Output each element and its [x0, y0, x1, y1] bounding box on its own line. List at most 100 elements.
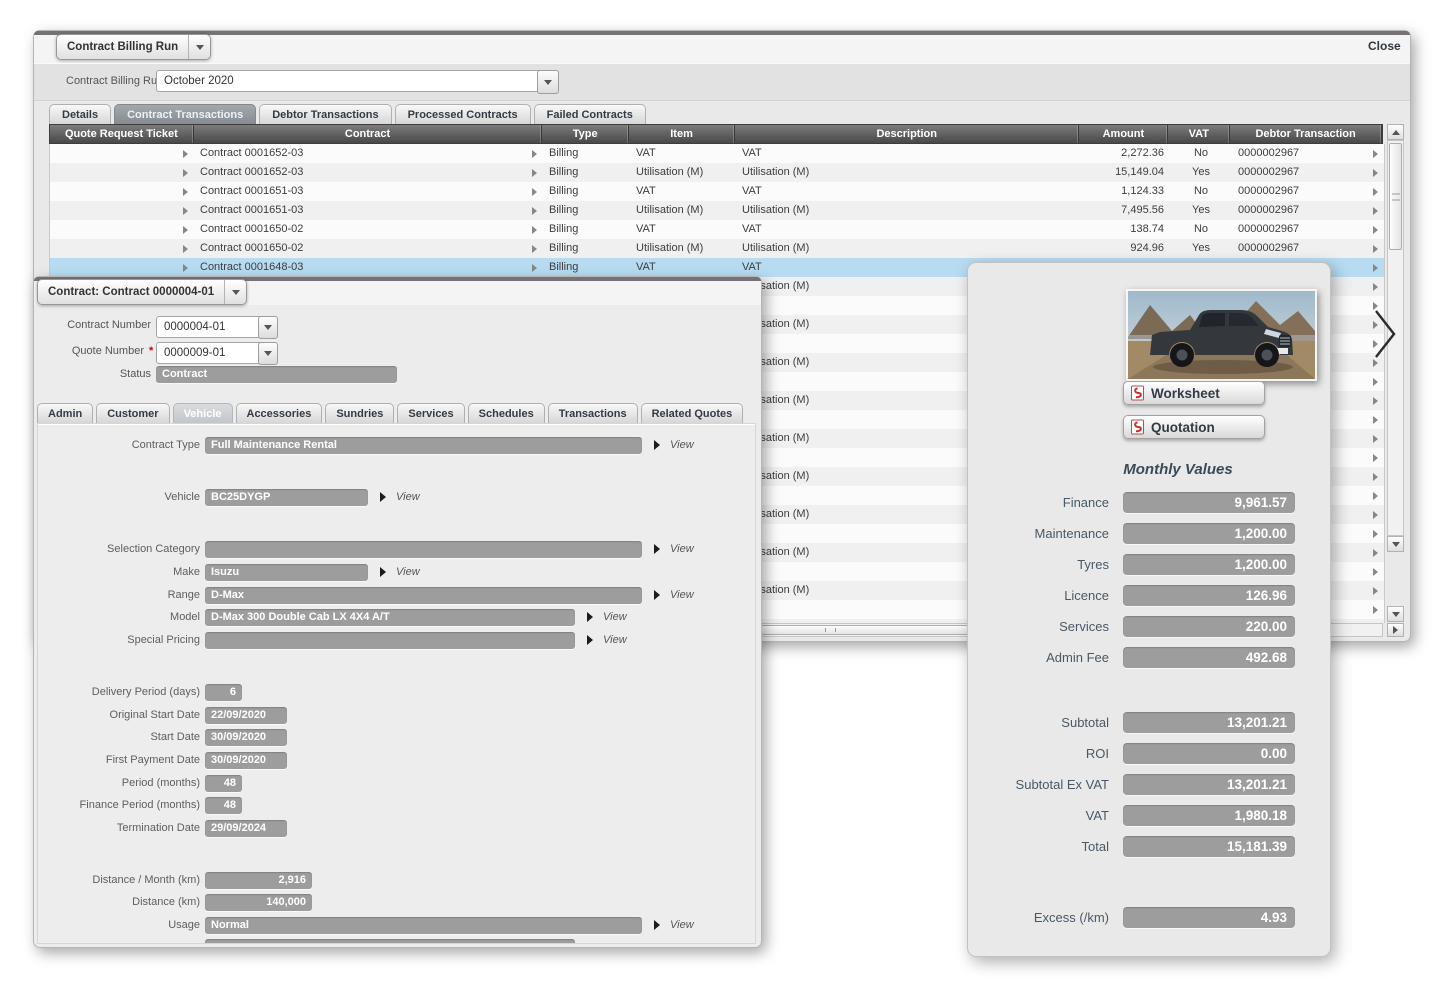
tab-details[interactable]: Details: [49, 104, 111, 125]
tab-related-quotes[interactable]: Related Quotes: [641, 403, 744, 424]
view-link[interactable]: View: [670, 437, 694, 454]
view-link[interactable]: View: [396, 489, 420, 506]
drill-arrow-icon[interactable]: [1373, 473, 1378, 481]
view-link[interactable]: View: [670, 917, 694, 934]
drill-arrow-icon[interactable]: [1373, 454, 1378, 462]
drill-arrow-icon[interactable]: [1373, 530, 1378, 538]
drill-arrow-icon[interactable]: [1373, 397, 1378, 405]
scroll-down-button[interactable]: [1387, 536, 1404, 552]
chevron-down-icon[interactable]: [224, 280, 246, 304]
view-arrow-icon[interactable]: [654, 590, 660, 600]
column-header-5[interactable]: Amount: [1079, 125, 1168, 143]
tab-contract-transactions[interactable]: Contract Transactions: [114, 104, 256, 125]
tab-admin[interactable]: Admin: [37, 403, 93, 424]
drill-arrow-icon[interactable]: [532, 264, 537, 272]
drill-arrow-icon[interactable]: [1373, 492, 1378, 500]
drill-arrow-icon[interactable]: [1373, 169, 1378, 177]
drill-arrow-icon[interactable]: [532, 169, 537, 177]
billing-run-dropdown-button[interactable]: [537, 70, 559, 94]
view-link[interactable]: View: [396, 564, 420, 581]
contract-window-menu-button[interactable]: Contract: Contract 0000004-01: [37, 279, 247, 305]
tab-processed-contracts[interactable]: Processed Contracts: [395, 104, 531, 125]
contract-number-dropdown-button[interactable]: [258, 316, 278, 339]
contract-number-input[interactable]: [156, 316, 268, 338]
table-row[interactable]: Contract 0001652-03BillingVATVAT2,272.36…: [50, 144, 1384, 163]
view-arrow-icon[interactable]: [587, 612, 593, 622]
drill-arrow-icon[interactable]: [1373, 226, 1378, 234]
drill-arrow-icon[interactable]: [183, 226, 188, 234]
chevron-down-icon[interactable]: [188, 35, 210, 59]
drill-arrow-icon[interactable]: [183, 150, 188, 158]
column-header-0[interactable]: Quote Request Ticket: [50, 125, 194, 143]
quote-number-input[interactable]: [156, 342, 268, 364]
drill-arrow-icon[interactable]: [532, 226, 537, 234]
drill-arrow-icon[interactable]: [183, 264, 188, 272]
drill-arrow-icon[interactable]: [1373, 378, 1378, 386]
drill-arrow-icon[interactable]: [183, 169, 188, 177]
drill-arrow-icon[interactable]: [1373, 568, 1378, 576]
table-row[interactable]: Contract 0001651-03BillingVATVAT1,124.33…: [50, 182, 1384, 201]
scroll-up-button[interactable]: [1387, 124, 1404, 140]
drill-arrow-icon[interactable]: [532, 207, 537, 215]
table-row[interactable]: Contract 0001652-03BillingUtilisation (M…: [50, 163, 1384, 182]
table-row[interactable]: Contract 0001650-02BillingUtilisation (M…: [50, 239, 1384, 258]
view-arrow-icon[interactable]: [380, 492, 386, 502]
view-link[interactable]: View: [603, 632, 627, 649]
tab-customer[interactable]: Customer: [96, 403, 169, 424]
column-header-2[interactable]: Type: [542, 125, 629, 143]
column-header-3[interactable]: Item: [629, 125, 735, 143]
scroll-right-button[interactable]: [1387, 623, 1404, 637]
view-link[interactable]: View: [603, 609, 627, 626]
tab-transactions[interactable]: Transactions: [548, 403, 638, 424]
column-header-1[interactable]: Contract: [194, 125, 542, 143]
drill-arrow-icon[interactable]: [183, 245, 188, 253]
drill-arrow-icon[interactable]: [532, 245, 537, 253]
drill-arrow-icon[interactable]: [1373, 606, 1378, 614]
tab-sundries[interactable]: Sundries: [325, 403, 394, 424]
view-arrow-icon[interactable]: [587, 635, 593, 645]
view-link[interactable]: View: [670, 541, 694, 558]
vertical-scrollbar-thumb[interactable]: [1389, 143, 1402, 250]
quotation-button[interactable]: Quotation: [1123, 415, 1265, 439]
column-header-7[interactable]: Debtor Transaction: [1230, 125, 1382, 143]
drill-arrow-icon[interactable]: [1373, 150, 1378, 158]
column-header-4[interactable]: Description: [735, 125, 1079, 143]
close-button[interactable]: Close: [1368, 39, 1401, 53]
drill-arrow-icon[interactable]: [1373, 511, 1378, 519]
drill-arrow-icon[interactable]: [183, 207, 188, 215]
type-text: Billing: [549, 182, 578, 201]
tab-failed-contracts[interactable]: Failed Contracts: [534, 104, 646, 125]
drill-arrow-icon[interactable]: [183, 188, 188, 196]
next-record-chevron-icon[interactable]: [1371, 306, 1399, 362]
quote-number-dropdown-button[interactable]: [258, 342, 278, 365]
tab-services[interactable]: Services: [397, 403, 464, 424]
worksheet-button[interactable]: Worksheet: [1123, 381, 1265, 405]
drill-arrow-icon[interactable]: [1373, 207, 1378, 215]
drill-arrow-icon[interactable]: [1373, 283, 1378, 291]
table-row[interactable]: Contract 0001650-02BillingVATVAT138.74No…: [50, 220, 1384, 239]
drill-arrow-icon[interactable]: [1373, 435, 1378, 443]
drill-arrow-icon[interactable]: [1373, 264, 1378, 272]
tab-debtor-transactions[interactable]: Debtor Transactions: [259, 104, 391, 125]
type-text: Billing: [549, 239, 578, 258]
drill-arrow-icon[interactable]: [1373, 416, 1378, 424]
drill-arrow-icon[interactable]: [1373, 587, 1378, 595]
drill-arrow-icon[interactable]: [1373, 245, 1378, 253]
drill-arrow-icon[interactable]: [1373, 549, 1378, 557]
drill-arrow-icon[interactable]: [1373, 188, 1378, 196]
drill-arrow-icon[interactable]: [532, 150, 537, 158]
view-arrow-icon[interactable]: [380, 567, 386, 577]
drill-arrow-icon[interactable]: [532, 188, 537, 196]
column-header-6[interactable]: VAT: [1168, 125, 1230, 143]
tab-vehicle[interactable]: Vehicle: [173, 403, 233, 424]
tab-schedules[interactable]: Schedules: [468, 403, 545, 424]
tab-accessories[interactable]: Accessories: [236, 403, 323, 424]
view-arrow-icon[interactable]: [654, 544, 660, 554]
scroll-down-button-2[interactable]: [1387, 606, 1404, 622]
billing-window-menu-button[interactable]: Contract Billing Run: [56, 34, 211, 60]
billing-run-input[interactable]: [156, 70, 547, 92]
view-arrow-icon[interactable]: [654, 440, 660, 450]
view-arrow-icon[interactable]: [654, 920, 660, 930]
table-row[interactable]: Contract 0001651-03BillingUtilisation (M…: [50, 201, 1384, 220]
view-link[interactable]: View: [670, 587, 694, 604]
